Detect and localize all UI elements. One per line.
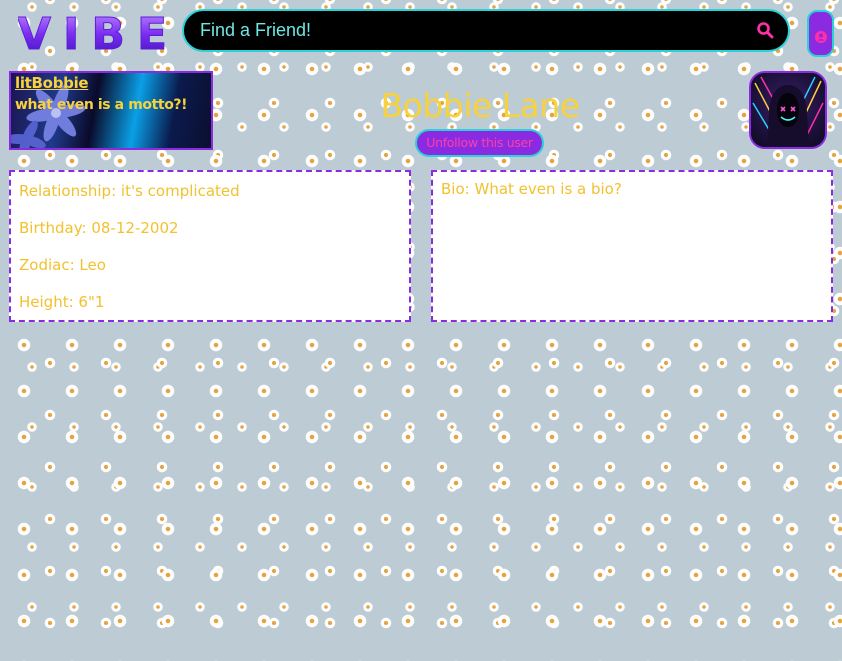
bio-text: Bio: What even is a bio? [441,180,622,198]
profile-username-link[interactable]: litBobbie [15,74,89,92]
detail-label: Zodiac: [19,256,75,274]
avatar [749,71,827,149]
unfollow-button[interactable]: Unfollow this user [415,129,544,157]
detail-value: Leo [79,256,106,274]
account-button[interactable] [807,10,834,57]
logo-text: VIBE [18,9,178,59]
detail-zodiac: Zodiac: Leo [19,256,106,274]
search-bar [182,9,790,52]
detail-label: Height: [19,293,74,311]
search-icon[interactable] [756,21,774,39]
detail-label: Relationship: [19,182,117,200]
profile-motto: what even is a motto?! [15,97,188,113]
neon-hooded-figure-avatar [751,73,825,147]
vibe-logo-art: VIBE [18,9,178,60]
user-circle-icon [815,28,827,43]
detail-height: Height: 6"1 [19,293,104,311]
bio-label: Bio: [441,180,470,198]
vibe-logo[interactable]: VIBE [18,5,178,60]
search-input[interactable] [198,11,740,50]
detail-value: 08-12-2002 [91,219,179,237]
detail-value: it's complicated [120,182,240,200]
bio-value: What even is a bio? [474,180,622,198]
detail-label: Birthday: [19,219,87,237]
profile-banner-card: litBobbie what even is a motto?! [9,71,213,150]
profile-details-panel: Relationship: it's complicated Birthday:… [9,170,411,322]
detail-relationship: Relationship: it's complicated [19,182,240,200]
detail-birthday: Birthday: 08-12-2002 [19,219,179,237]
detail-value: 6"1 [78,293,105,311]
bio-panel: Bio: What even is a bio? [431,170,833,322]
profile-display-name: Bobbie Lane [380,86,580,125]
